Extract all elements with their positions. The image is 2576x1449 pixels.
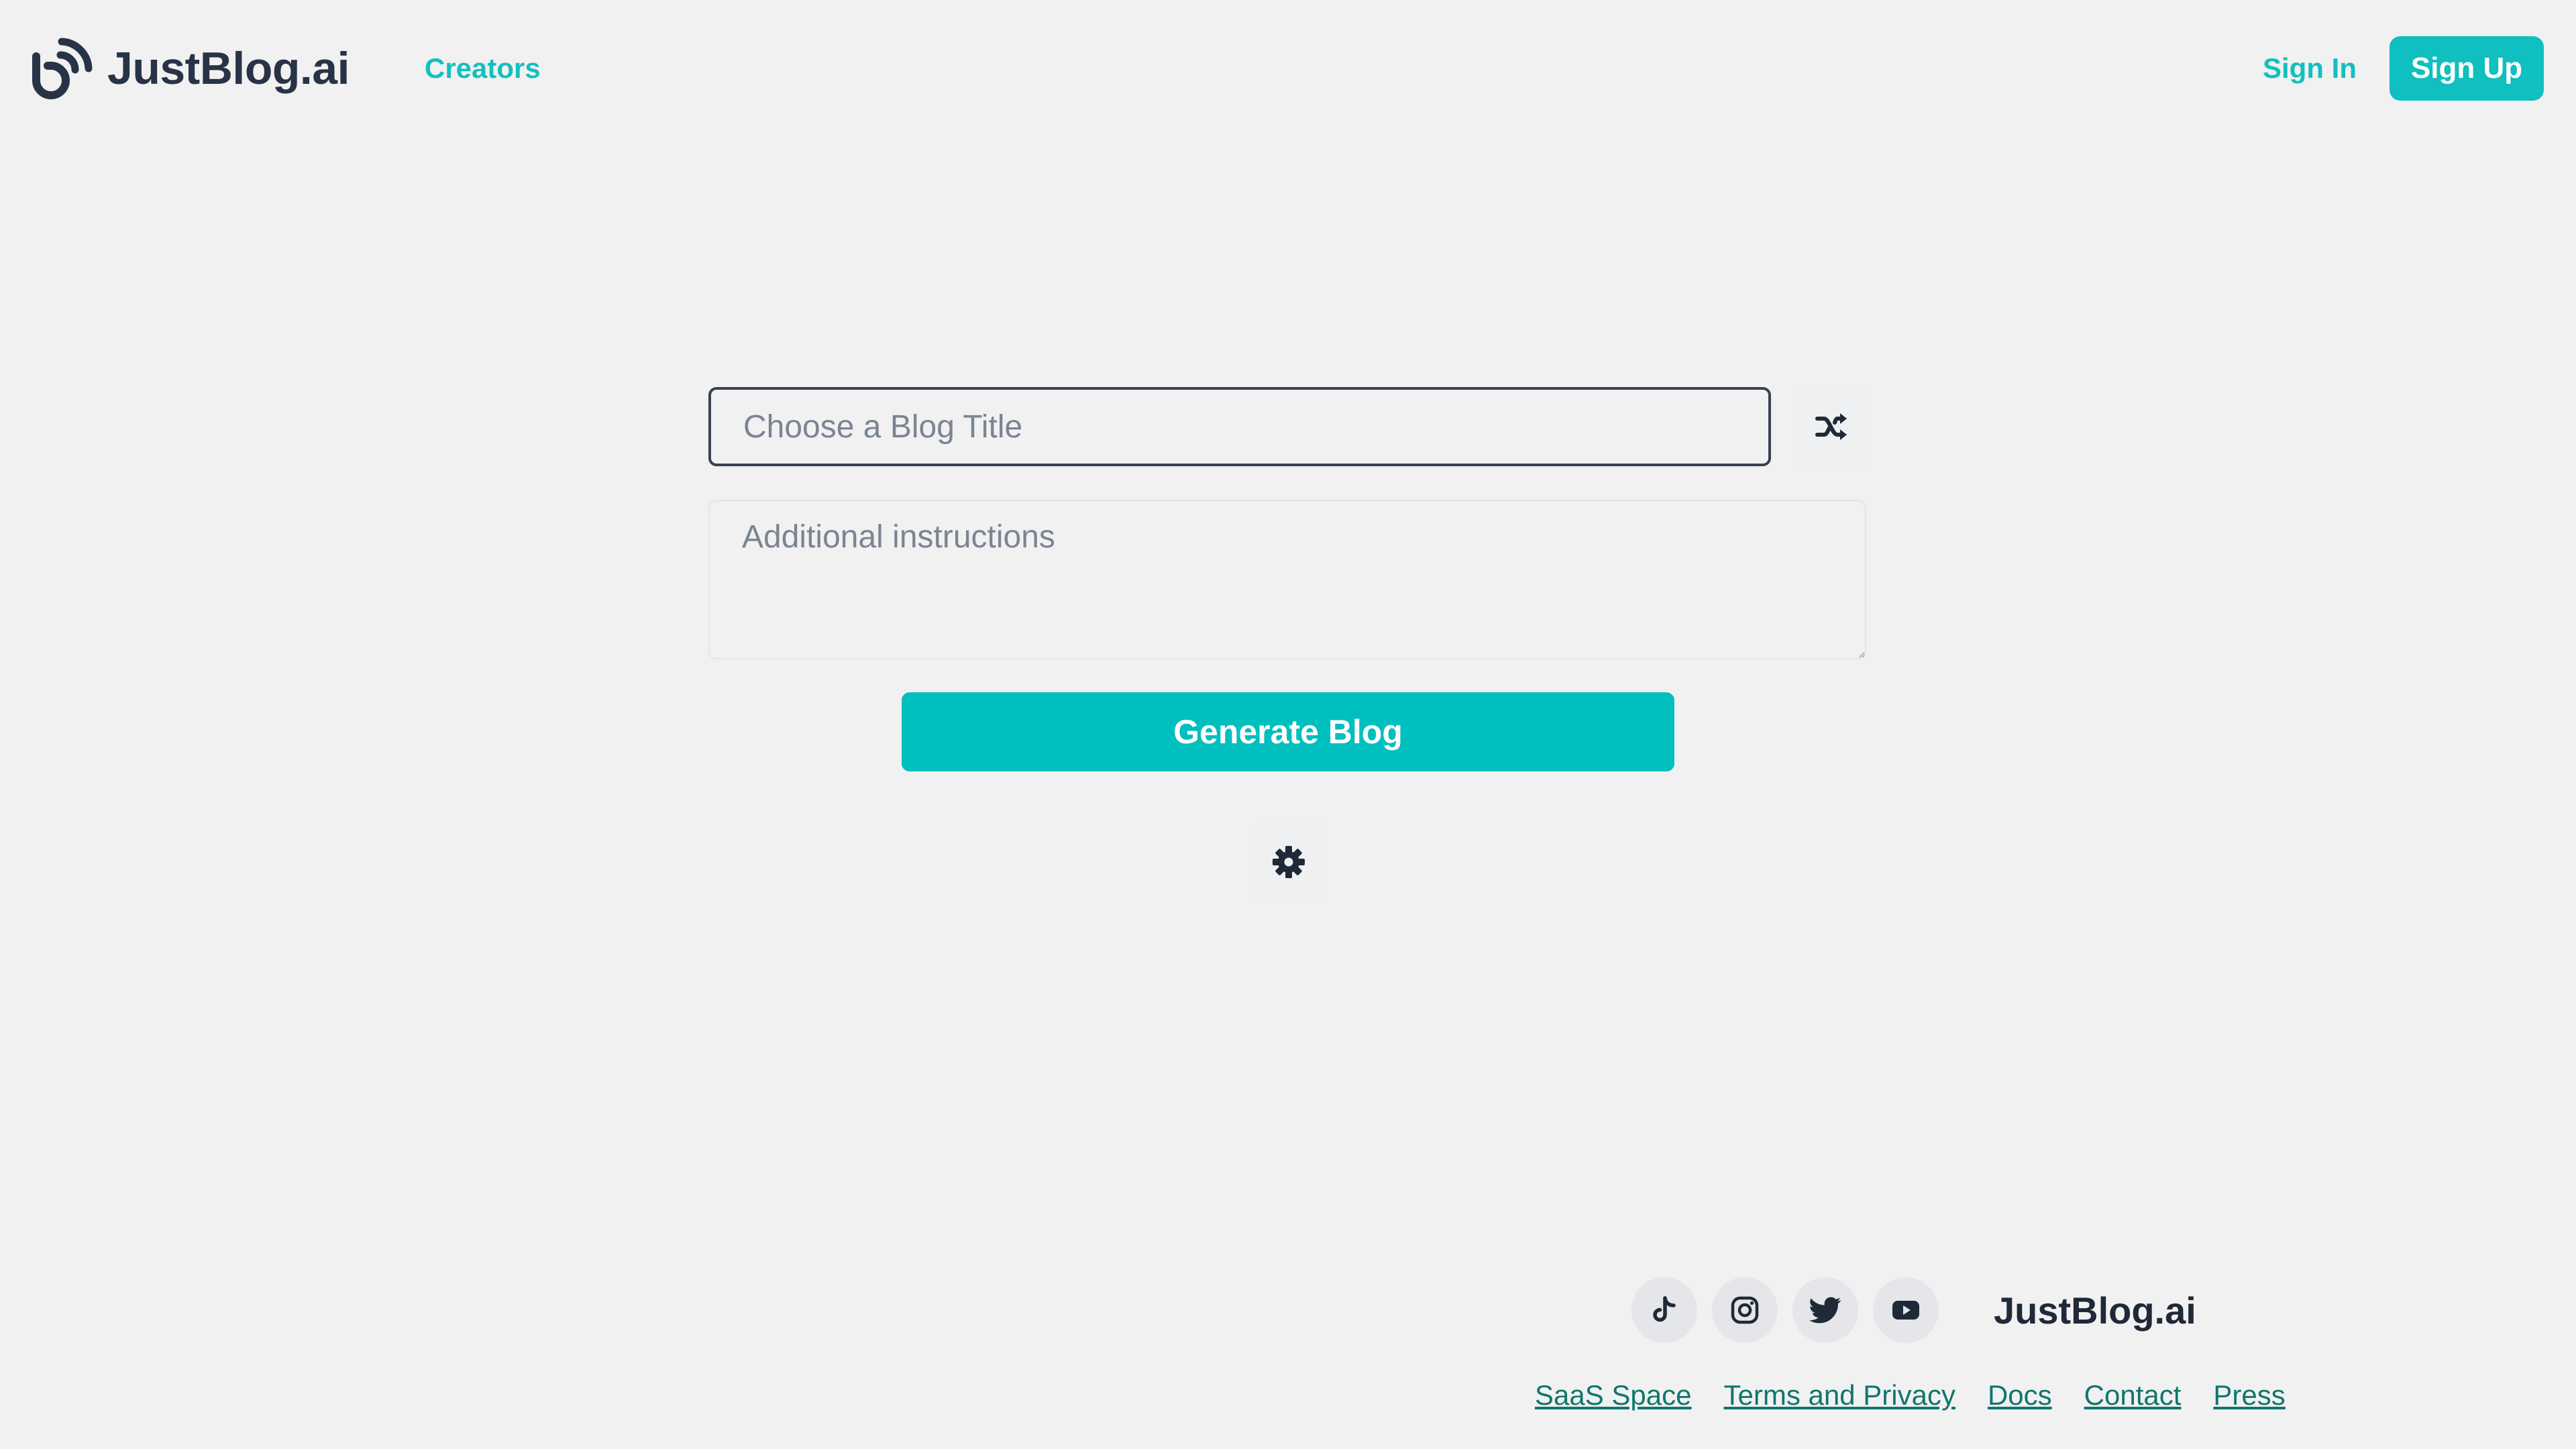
sign-in-link[interactable]: Sign In — [2263, 52, 2357, 85]
footer-link-terms-and-privacy[interactable]: Terms and Privacy — [1724, 1379, 1955, 1412]
shuffle-icon — [1815, 413, 1847, 440]
generate-blog-button[interactable]: Generate Blog — [902, 692, 1674, 771]
footer-link-contact[interactable]: Contact — [2084, 1379, 2182, 1412]
site-header: JustBlog.ai Creators Sign In Sign Up — [0, 0, 2576, 137]
settings-button[interactable] — [1249, 822, 1328, 902]
youtube-icon — [1892, 1301, 1919, 1320]
nav-creators-link[interactable]: Creators — [425, 52, 541, 85]
footer-link-docs[interactable]: Docs — [1988, 1379, 2052, 1412]
blog-title-input[interactable] — [708, 387, 1771, 466]
instagram-link[interactable] — [1712, 1277, 1778, 1343]
tiktok-link[interactable] — [1631, 1277, 1697, 1343]
footer-brand-name: JustBlog.ai — [1994, 1289, 2196, 1332]
twitter-link[interactable] — [1792, 1277, 1858, 1343]
gear-icon — [1273, 846, 1305, 878]
sign-up-button[interactable]: Sign Up — [2390, 36, 2544, 101]
footer-link-saas-space[interactable]: SaaS Space — [1535, 1379, 1692, 1412]
instagram-icon — [1731, 1296, 1759, 1324]
broadcast-logo-icon — [32, 38, 93, 99]
shuffle-title-button[interactable] — [1792, 387, 1872, 466]
twitter-icon — [1809, 1297, 1841, 1324]
footer-links: SaaS Space Terms and Privacy Docs Contac… — [1535, 1377, 2286, 1414]
brand-home-link[interactable]: JustBlog.ai — [30, 36, 350, 101]
brand-name: JustBlog.ai — [107, 43, 350, 94]
youtube-link[interactable] — [1873, 1277, 1939, 1343]
additional-instructions-textarea[interactable] — [708, 500, 1866, 659]
tiktok-icon — [1653, 1296, 1676, 1322]
footer-link-press[interactable]: Press — [2213, 1379, 2285, 1412]
